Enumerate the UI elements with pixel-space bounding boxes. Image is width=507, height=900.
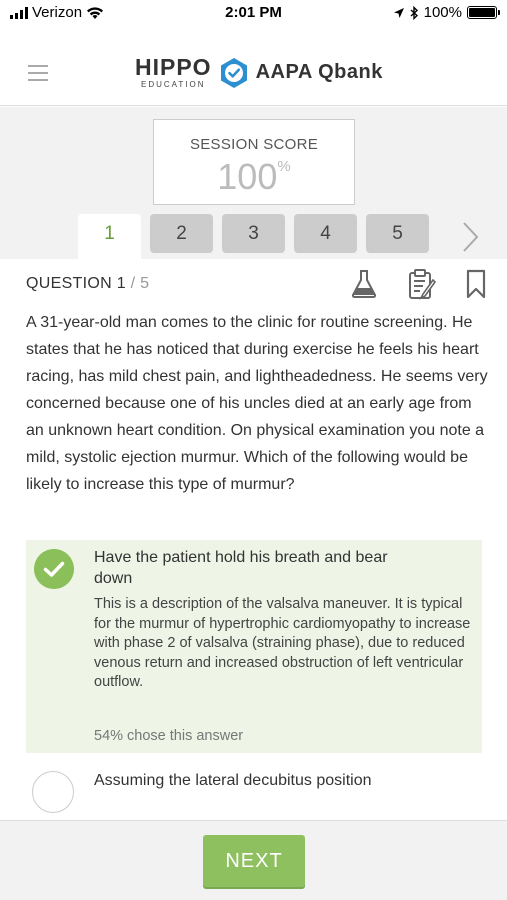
app-header: HIPPO EDUCATION AAPA Qbank — [0, 28, 507, 106]
question-tab-4[interactable]: 4 — [294, 214, 357, 253]
menu-icon[interactable] — [28, 65, 48, 81]
hippo-logo: HIPPO EDUCATION — [135, 54, 212, 90]
answer-text: Assuming the lateral decubitus position — [94, 772, 372, 789]
battery-icon — [467, 6, 500, 19]
session-score-box: SESSION SCORE 100% — [153, 119, 355, 205]
answer-text: Have the patient hold his breath and bea… — [94, 549, 388, 587]
status-right: 100% — [393, 4, 500, 21]
question-header: QUESTION 1 / 5 — [26, 269, 486, 300]
session-score-label: SESSION SCORE — [189, 136, 319, 153]
product-name: AAPA Qbank — [255, 61, 383, 83]
lab-flask-icon[interactable] — [350, 269, 378, 299]
footer-bar: NEXT — [0, 820, 507, 900]
check-circle-icon — [34, 549, 74, 589]
question-total: / 5 — [130, 275, 150, 292]
question-tab-1[interactable]: 1 — [78, 214, 141, 260]
session-score-value: 100% — [154, 156, 354, 198]
score-number: 100 — [217, 156, 278, 197]
answer-option-correct[interactable]: Have the patient hold his breath and bea… — [26, 540, 482, 753]
answer-radio[interactable] — [32, 771, 74, 813]
question-tabs: 1 2 3 4 5 — [78, 213, 429, 260]
status-bar: Verizon 2:01 PM 100% — [0, 0, 507, 28]
question-number: QUESTION 1 / 5 — [26, 275, 149, 293]
bookmark-icon[interactable] — [466, 269, 486, 299]
next-button[interactable]: NEXT — [203, 835, 305, 887]
brand-logo: HIPPO EDUCATION AAPA Qbank — [135, 54, 383, 90]
battery-percent: 100% — [423, 4, 462, 21]
answer-option[interactable]: Assuming the lateral decubitus position — [26, 765, 482, 820]
bluetooth-icon — [410, 5, 418, 20]
question-tab-3[interactable]: 3 — [222, 214, 285, 253]
question-tab-5[interactable]: 5 — [366, 214, 429, 253]
notes-clipboard-icon[interactable] — [408, 268, 436, 300]
question-actions — [350, 268, 486, 300]
chevron-right-icon[interactable] — [455, 219, 485, 255]
brand-main: HIPPO — [135, 54, 212, 80]
question-label: QUESTION 1 — [26, 275, 126, 292]
score-unit: % — [277, 158, 291, 175]
question-tab-2[interactable]: 2 — [150, 214, 213, 253]
score-panel: SESSION SCORE 100% 1 2 3 4 5 — [0, 107, 507, 260]
checkmark-badge-icon — [220, 57, 247, 88]
answer-percent: 54% chose this answer — [94, 728, 244, 744]
location-arrow-icon — [393, 7, 404, 18]
question-text: A 31-year-old man comes to the clinic fo… — [26, 314, 488, 493]
answer-explanation: This is a description of the valsalva ma… — [94, 596, 471, 690]
brand-sub: EDUCATION — [141, 80, 206, 89]
